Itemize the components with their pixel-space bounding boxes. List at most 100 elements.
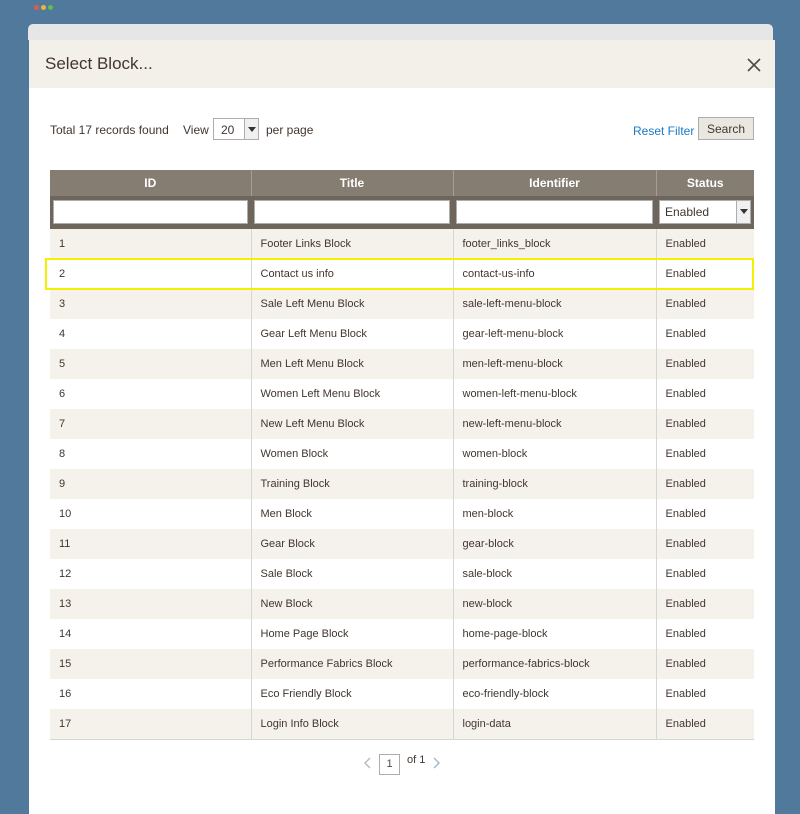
cell-status: Enabled: [655, 319, 754, 349]
table-row[interactable]: 2 Contact us info contact-us-info Enabled: [50, 259, 754, 289]
grid-body: 1 Footer Links Block footer_links_block Ena…: [50, 229, 754, 740]
cell-title: New Left Menu Block: [250, 409, 453, 439]
cell-status: Enabled: [655, 679, 754, 709]
table-row[interactable]: 10 Men Block men-block Enabled: [50, 499, 754, 529]
table-row[interactable]: 11 Gear Block gear-block Enabled: [50, 529, 754, 559]
cell-status: Enabled: [655, 619, 754, 649]
id-filter-input[interactable]: [53, 200, 248, 224]
per-page-label: per page: [266, 123, 314, 137]
cell-id: 13: [50, 589, 251, 619]
status-filter-value: Enabled: [665, 205, 710, 219]
cell-status: Enabled: [655, 649, 754, 679]
table-row[interactable]: 15 Performance Fabrics Block performance-f…: [50, 649, 754, 679]
cell-title: Sale Block: [250, 559, 453, 589]
table-row[interactable]: 12 Sale Block sale-block Enabled: [50, 559, 754, 589]
cell-id: 4: [50, 319, 251, 349]
identifier-filter-input[interactable]: [456, 200, 653, 224]
table-row[interactable]: 4 Gear Left Menu Block gear-left-menu-bloc…: [50, 319, 754, 349]
cell-id: 6: [50, 379, 251, 409]
chevron-down-icon[interactable]: [244, 119, 258, 139]
table-row[interactable]: 16 Eco Friendly Block eco-friendly-block En…: [50, 679, 754, 709]
cell-status: Enabled: [655, 409, 754, 439]
status-filter-select[interactable]: Enabled: [659, 200, 751, 224]
cell-identifier: training-block: [452, 469, 656, 499]
table-row[interactable]: 17 Login Info Block login-data Enabled: [50, 709, 754, 740]
cell-status: Enabled: [655, 589, 754, 619]
table-row[interactable]: 9 Training Block training-block Enabled: [50, 469, 754, 499]
cell-id: 5: [50, 349, 251, 379]
window-close-dot: [34, 5, 39, 10]
select-block-modal: Select Block... Total 17 records found V…: [29, 40, 775, 814]
cell-status: Enabled: [655, 559, 754, 589]
column-header-title[interactable]: Title: [250, 170, 453, 196]
cell-id: 16: [50, 679, 251, 709]
cell-id: 8: [50, 439, 251, 469]
cell-title: Women Left Menu Block: [250, 379, 453, 409]
cell-identifier: login-data: [452, 709, 656, 740]
cell-identifier: new-block: [452, 589, 656, 619]
cell-id: 14: [50, 619, 251, 649]
window-minimize-dot: [41, 5, 46, 10]
table-row[interactable]: 7 New Left Menu Block new-left-menu-block E…: [50, 409, 754, 439]
cell-title: Women Block: [250, 439, 453, 469]
table-row[interactable]: 8 Women Block women-block Enabled: [50, 439, 754, 469]
browser-window-bar: [28, 24, 773, 40]
column-header-id[interactable]: ID: [50, 170, 251, 196]
page-number-input[interactable]: 1: [379, 754, 400, 775]
chevron-right-icon[interactable]: [432, 756, 440, 774]
chevron-down-icon[interactable]: [736, 201, 750, 223]
cell-status: Enabled: [655, 229, 754, 259]
cell-id: 15: [50, 649, 251, 679]
grid-header-row: ID Title Identifier Status: [50, 170, 754, 196]
cell-identifier: eco-friendly-block: [452, 679, 656, 709]
cell-identifier: new-left-menu-block: [452, 409, 656, 439]
cell-title: Training Block: [250, 469, 453, 499]
cell-status: Enabled: [655, 709, 754, 740]
window-maximize-dot: [48, 5, 53, 10]
table-row[interactable]: 6 Women Left Menu Block women-left-menu-bl…: [50, 379, 754, 409]
filter-row: Enabled: [50, 196, 754, 229]
cell-id: 3: [50, 289, 251, 319]
cell-identifier: footer_links_block: [452, 229, 656, 259]
cell-status: Enabled: [655, 499, 754, 529]
per-page-select[interactable]: 20: [213, 118, 259, 140]
view-label: View: [183, 123, 209, 137]
cell-title: Performance Fabrics Block: [250, 649, 453, 679]
cell-id: 2: [50, 259, 251, 289]
cell-id: 9: [50, 469, 251, 499]
cell-title: Footer Links Block: [250, 229, 453, 259]
records-found-label: Total 17 records found: [50, 123, 169, 137]
column-header-status[interactable]: Status: [655, 170, 754, 196]
cell-id: 17: [50, 709, 251, 740]
table-row[interactable]: 5 Men Left Menu Block men-left-menu-block E…: [50, 349, 754, 379]
close-icon[interactable]: [745, 56, 763, 74]
chevron-left-icon[interactable]: [364, 756, 372, 774]
cell-status: Enabled: [655, 439, 754, 469]
cell-status: Enabled: [655, 289, 754, 319]
cell-id: 1: [50, 229, 251, 259]
modal-header: Select Block...: [29, 40, 775, 88]
cell-identifier: home-page-block: [452, 619, 656, 649]
cell-id: 10: [50, 499, 251, 529]
cell-title: Gear Block: [250, 529, 453, 559]
title-filter-input[interactable]: [254, 200, 450, 224]
search-button[interactable]: Search: [698, 117, 754, 140]
cell-id: 11: [50, 529, 251, 559]
cell-id: 7: [50, 409, 251, 439]
modal-title: Select Block...: [45, 54, 153, 73]
table-row[interactable]: 1 Footer Links Block footer_links_block Ena…: [50, 229, 754, 259]
cell-title: Sale Left Menu Block: [250, 289, 453, 319]
cell-id: 12: [50, 559, 251, 589]
cell-status: Enabled: [655, 379, 754, 409]
cell-identifier: contact-us-info: [452, 259, 656, 289]
table-row[interactable]: 3 Sale Left Menu Block sale-left-menu-bloc…: [50, 289, 754, 319]
column-header-identifier[interactable]: Identifier: [452, 170, 656, 196]
cell-title: New Block: [250, 589, 453, 619]
page-total-label: of 1: [407, 754, 426, 766]
cell-identifier: gear-block: [452, 529, 656, 559]
table-row[interactable]: 14 Home Page Block home-page-block Enabled: [50, 619, 754, 649]
cell-identifier: sale-left-menu-block: [452, 289, 656, 319]
cell-identifier: sale-block: [452, 559, 656, 589]
reset-filter-link[interactable]: Reset Filter: [633, 124, 694, 138]
table-row[interactable]: 13 New Block new-block Enabled: [50, 589, 754, 619]
